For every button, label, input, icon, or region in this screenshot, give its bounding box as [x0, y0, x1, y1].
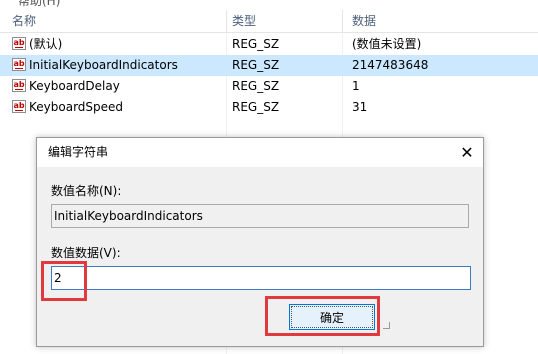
column-header-data[interactable]: 数据	[340, 10, 538, 32]
dialog-title: 编辑字符串	[48, 145, 109, 159]
value-type: REG_SZ	[232, 58, 280, 72]
string-value-icon: ab	[12, 100, 26, 113]
table-row[interactable]: ab KeyboardSpeed REG_SZ 31	[0, 97, 538, 118]
close-icon[interactable]: ✕	[451, 138, 483, 167]
dialog-titlebar[interactable]: 编辑字符串 ✕	[37, 138, 483, 167]
value-type: REG_SZ	[232, 79, 280, 93]
column-header-name[interactable]: 名称	[0, 10, 226, 32]
table-row[interactable]: ab InitialKeyboardIndicators REG_SZ 21474…	[0, 55, 538, 76]
value-name: (默认)	[29, 37, 63, 51]
string-value-icon: ab	[12, 79, 26, 92]
table-row[interactable]: ab (默认) REG_SZ (数值未设置)	[0, 34, 538, 55]
value-type: REG_SZ	[232, 37, 280, 51]
value-data: (数值未设置)	[352, 37, 422, 51]
menu-help[interactable]: 帮助(H)	[18, 0, 60, 8]
list-header: 名称 类型 数据	[0, 10, 538, 33]
string-value-icon: ab	[12, 37, 26, 50]
table-row[interactable]: ab KeyboardDelay REG_SZ 1	[0, 76, 538, 97]
value-name-field: InitialKeyboardIndicators	[51, 204, 469, 228]
ok-button[interactable]: 确定	[289, 304, 375, 330]
value-name: KeyboardSpeed	[29, 100, 124, 114]
menu-bar: 帮助(H)	[0, 0, 538, 8]
value-data: 31	[352, 100, 368, 114]
value-data-input[interactable]	[51, 266, 471, 290]
value-name: KeyboardDelay	[29, 79, 120, 93]
string-value-icon: ab	[12, 58, 26, 71]
column-header-type[interactable]: 类型	[220, 10, 340, 32]
value-name-label: 数值名称(N):	[51, 184, 122, 198]
value-data-label: 数值数据(V):	[51, 246, 121, 260]
value-name: InitialKeyboardIndicators	[29, 58, 178, 72]
value-type: REG_SZ	[232, 100, 280, 114]
resize-grip[interactable]	[383, 322, 390, 329]
edit-string-dialog: 编辑字符串 ✕ 数值名称(N): InitialKeyboardIndicato…	[36, 137, 484, 347]
value-data: 1	[352, 79, 360, 93]
value-data: 2147483648	[352, 58, 429, 72]
